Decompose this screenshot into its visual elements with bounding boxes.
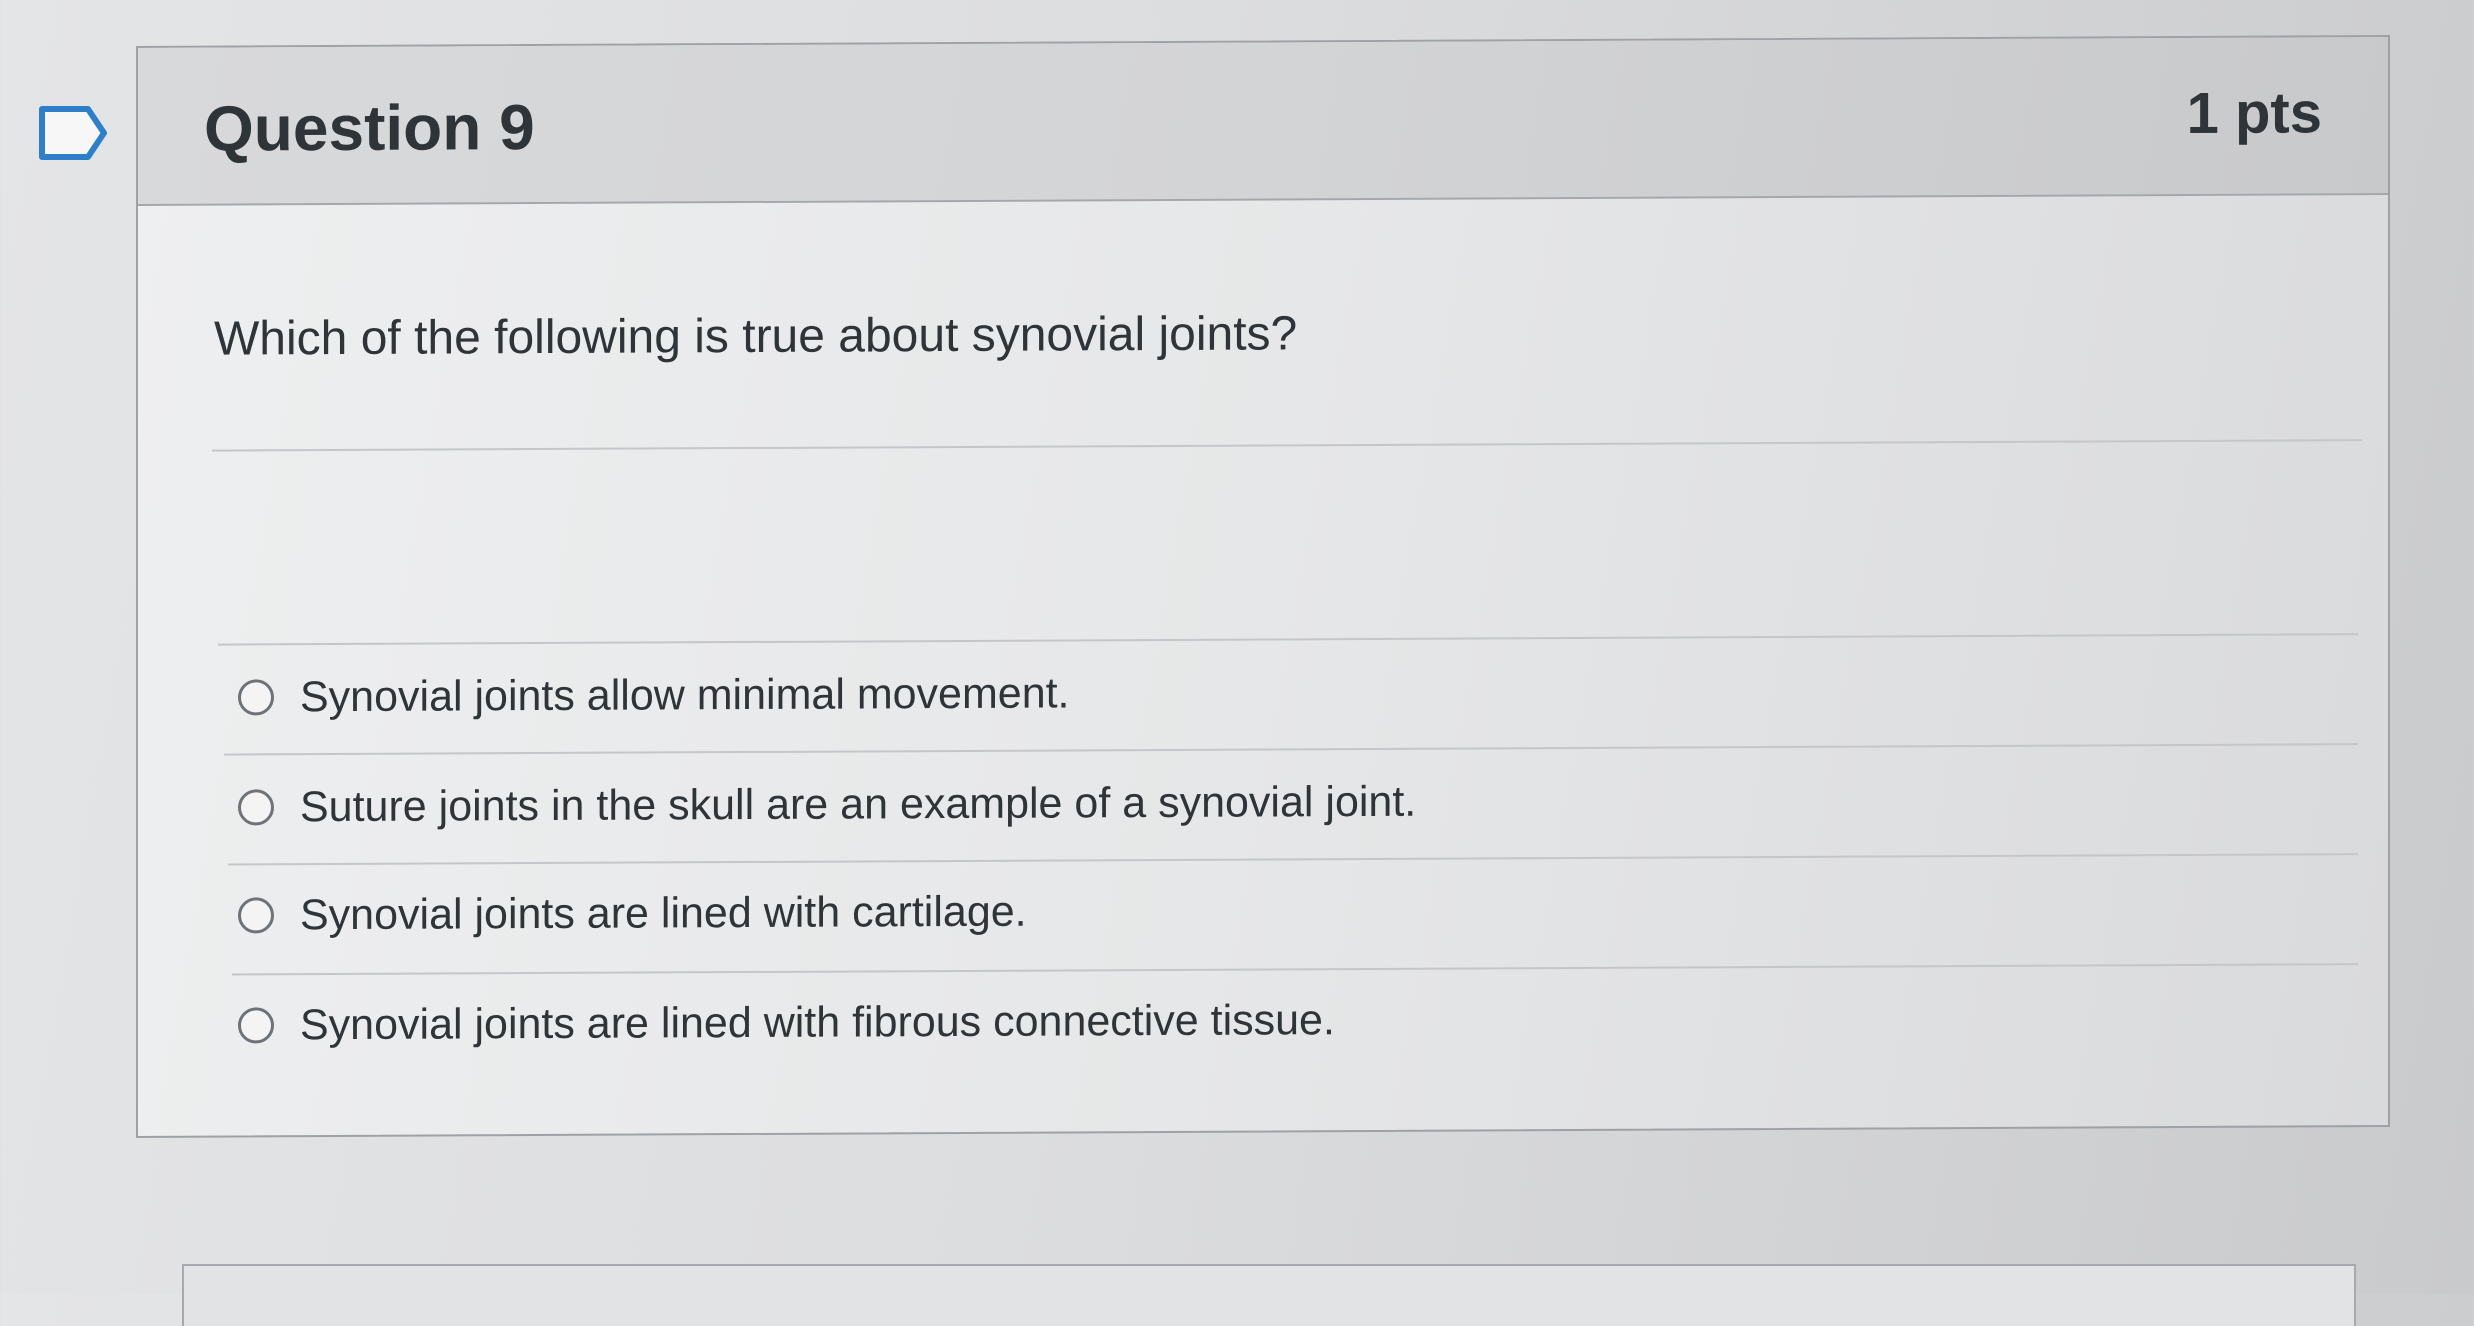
question-card: Question 9 1 pts Which of the following … xyxy=(136,34,2390,1139)
answer-option-4[interactable]: Synovial joints are lined with fibrous c… xyxy=(238,965,2378,1075)
radio-button[interactable] xyxy=(238,897,274,934)
flag-icon[interactable] xyxy=(38,104,110,162)
question-title: Question 9 xyxy=(204,91,535,165)
next-question-card xyxy=(182,1264,2356,1326)
question-points: 1 pts xyxy=(2186,80,2322,146)
answer-label: Synovial joints allow minimal movement. xyxy=(300,668,1070,721)
radio-button[interactable] xyxy=(238,679,274,716)
radio-button[interactable] xyxy=(238,789,274,826)
question-header: Question 9 1 pts xyxy=(138,36,2388,206)
question-text: Which of the following is true about syn… xyxy=(214,307,1298,366)
answer-option-3[interactable]: Synovial joints are lined with cartilage… xyxy=(238,855,2378,965)
answer-option-2[interactable]: Suture joints in the skull are an exampl… xyxy=(238,747,2378,857)
answer-label: Suture joints in the skull are an exampl… xyxy=(300,777,1417,831)
answer-label: Synovial joints are lined with fibrous c… xyxy=(300,995,1335,1049)
divider xyxy=(212,439,2362,452)
answer-option-1[interactable]: Synovial joints allow minimal movement. xyxy=(238,637,2378,747)
radio-button[interactable] xyxy=(238,1007,274,1044)
answer-label: Synovial joints are lined with cartilage… xyxy=(300,887,1027,939)
